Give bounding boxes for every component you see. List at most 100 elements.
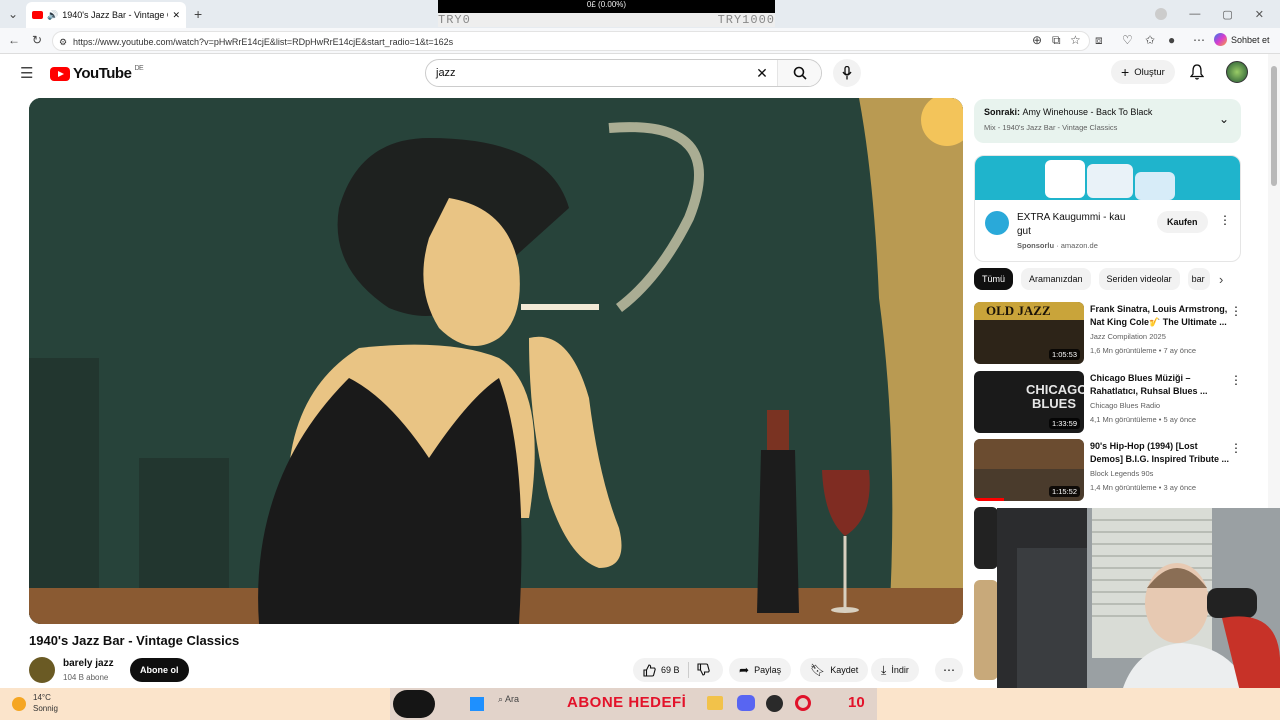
reload-icon[interactable]: ↻	[32, 34, 42, 46]
record-button-icon[interactable]	[393, 690, 435, 718]
page-scrollbar[interactable]	[1268, 54, 1280, 508]
maximize-icon[interactable]: ▢	[1222, 8, 1232, 21]
close-tab-icon[interactable]: ✕	[172, 10, 180, 21]
more-options-icon[interactable]: ⋮	[1230, 441, 1242, 455]
search-button[interactable]	[777, 60, 821, 86]
ad-buy-button[interactable]: Kaufen	[1157, 211, 1208, 233]
youtube-logo[interactable]: YouTube DE	[50, 65, 144, 82]
chip-from-search[interactable]: Aramanızdan	[1021, 268, 1091, 290]
youtube-favicon-icon	[32, 11, 43, 19]
opera-icon[interactable]	[795, 695, 811, 711]
video-frame-illustration	[29, 98, 963, 624]
search-box[interactable]: jazz ✕	[425, 59, 822, 87]
tab-list-chevron-icon[interactable]: ⌄	[8, 8, 18, 20]
like-dislike-group: 69 B	[633, 658, 723, 682]
youtube-logo-text: YouTube	[73, 65, 132, 82]
translate-icon[interactable]: ⊕	[1032, 34, 1042, 46]
channel-name[interactable]: Chicago Blues Radio	[1090, 401, 1160, 410]
video-thumbnail[interactable]	[974, 507, 998, 569]
menu-hamburger-icon[interactable]: ☰	[20, 66, 33, 81]
channel-name[interactable]: Jazz Compilation 2025	[1090, 332, 1166, 341]
ad-title[interactable]: EXTRA Kaugummi - kau gut	[1017, 211, 1137, 239]
close-window-icon[interactable]: ✕	[1255, 8, 1264, 21]
more-menu-icon[interactable]: ⋯	[1193, 34, 1205, 46]
video-duration: 1:33:59	[1048, 418, 1080, 429]
audio-playing-icon[interactable]: 🔊	[47, 10, 58, 21]
start-menu-icon[interactable]	[470, 697, 484, 711]
favorites-icon[interactable]: ✩	[1145, 34, 1155, 46]
video-player[interactable]	[29, 98, 963, 624]
copilot-icon	[1214, 33, 1227, 46]
bookmark-icon: 🔖︎	[810, 663, 826, 677]
site-info-icon[interactable]: ⚙	[59, 32, 67, 52]
voice-search-button[interactable]	[833, 59, 861, 87]
weather-sun-icon	[12, 697, 26, 711]
ad-more-icon[interactable]: ⋮	[1219, 213, 1231, 227]
more-actions-button[interactable]: ⋯	[935, 658, 963, 682]
chip-bar[interactable]: bar	[1187, 268, 1210, 290]
up-next-title: Amy Winehouse - Back To Black	[1022, 107, 1153, 117]
subscribe-button[interactable]: Abone ol	[130, 658, 189, 682]
new-tab-icon[interactable]: +	[194, 7, 202, 21]
thumbs-up-icon	[643, 663, 656, 677]
discord-icon[interactable]	[737, 695, 755, 711]
extensions-icon[interactable]: ⧈	[1095, 34, 1103, 46]
list-item[interactable]: OLD JAZZ 1:05:53 Frank Sinatra, Louis Ar…	[974, 302, 1264, 364]
list-item[interactable]: 1:15:52 90's Hip-Hop (1994) [Lost Demos]…	[974, 439, 1264, 501]
video-thumbnail[interactable]: 1:15:52	[974, 439, 1084, 501]
account-icon[interactable]: ●	[1168, 34, 1175, 46]
up-next-panel[interactable]: Sonraki: Amy Winehouse - Back To Black M…	[974, 99, 1241, 143]
sponsored-label: Sponsorlu	[1017, 241, 1055, 250]
user-avatar[interactable]	[1226, 61, 1248, 83]
more-horizontal-icon: ⋯	[943, 663, 955, 677]
youtube-header: ☰ YouTube DE jazz ✕ + Oluştur	[0, 54, 1268, 94]
sponsored-ad[interactable]: EXTRA Kaugummi - kau gut Sponsorlu · ama…	[974, 155, 1241, 262]
video-title[interactable]: Frank Sinatra, Louis Armstrong, Nat King…	[1090, 303, 1230, 329]
view-count: 4,1 Mn görüntüleme	[1090, 415, 1157, 424]
expand-chevron-icon[interactable]: ⌄	[1219, 112, 1229, 126]
obs-icon[interactable]	[766, 695, 783, 712]
chip-series-videos[interactable]: Seriden videolar	[1098, 268, 1180, 290]
channel-name[interactable]: Block Legends 90s	[1090, 469, 1153, 478]
chips-next-icon[interactable]: ›	[1219, 273, 1223, 286]
video-thumbnail[interactable]: CHICAGO BLUES 1:33:59	[974, 371, 1084, 433]
more-options-icon[interactable]: ⋮	[1230, 373, 1242, 387]
video-thumbnail[interactable]: OLD JAZZ 1:05:53	[974, 302, 1084, 364]
ticker-right-label: TRY1000	[717, 13, 775, 27]
video-thumbnail[interactable]	[974, 580, 998, 680]
split-screen-icon[interactable]: ⧉	[1052, 34, 1061, 46]
file-explorer-icon[interactable]	[707, 696, 723, 710]
create-button[interactable]: + Oluştur	[1111, 60, 1175, 84]
dislike-button[interactable]	[696, 662, 710, 678]
taskbar-search[interactable]: ⌕ Ara	[498, 694, 519, 705]
price-ticker: 0£ (0.00%) TRY0 TRY1000	[438, 0, 775, 27]
back-icon[interactable]: ←	[8, 34, 20, 46]
copilot-label: Sohbet et	[1231, 34, 1270, 45]
list-item[interactable]: CHICAGO BLUES 1:33:59 Chicago Blues Müzi…	[974, 371, 1264, 433]
profile-icon[interactable]	[1155, 8, 1168, 20]
microphone-icon	[842, 66, 852, 80]
save-button[interactable]: 🔖︎ Kaydet	[800, 658, 869, 682]
like-button[interactable]: 69 B	[643, 663, 680, 677]
download-button[interactable]: ⤓ İndir	[871, 658, 919, 682]
chip-all[interactable]: Tümü	[974, 268, 1014, 290]
minimize-icon[interactable]: —	[1189, 8, 1200, 20]
browser-essentials-icon[interactable]: ♡	[1122, 34, 1133, 46]
more-options-icon[interactable]: ⋮	[1230, 304, 1242, 318]
favorite-star-icon[interactable]: ☆	[1070, 34, 1081, 46]
ticker-change: 0£ (0.00%)	[586, 0, 627, 9]
share-button[interactable]: ➦ Paylaş	[729, 658, 792, 682]
notifications-bell-icon[interactable]	[1189, 64, 1205, 85]
copilot-chat-button[interactable]: Sohbet et	[1214, 33, 1270, 46]
weather-widget[interactable]: 14°C Sonnig	[12, 693, 58, 713]
url-field[interactable]: ⚙ https://www.youtube.com/watch?v=pHwRrE…	[52, 31, 1090, 51]
channel-name[interactable]: barely jazz	[63, 658, 114, 669]
video-title[interactable]: Chicago Blues Müziği – Rahatlatıcı, Ruhs…	[1090, 372, 1230, 398]
channel-avatar[interactable]	[29, 657, 55, 683]
browser-tab[interactable]: 🔊 1940's Jazz Bar - Vintage Clas ✕	[26, 2, 186, 28]
ad-banner-image[interactable]	[975, 156, 1240, 200]
video-title[interactable]: 90's Hip-Hop (1994) [Lost Demos] B.I.G. …	[1090, 440, 1230, 466]
search-input[interactable]: jazz	[436, 67, 747, 79]
create-label: Oluştur	[1134, 66, 1165, 78]
clear-search-icon[interactable]: ✕	[747, 65, 777, 82]
